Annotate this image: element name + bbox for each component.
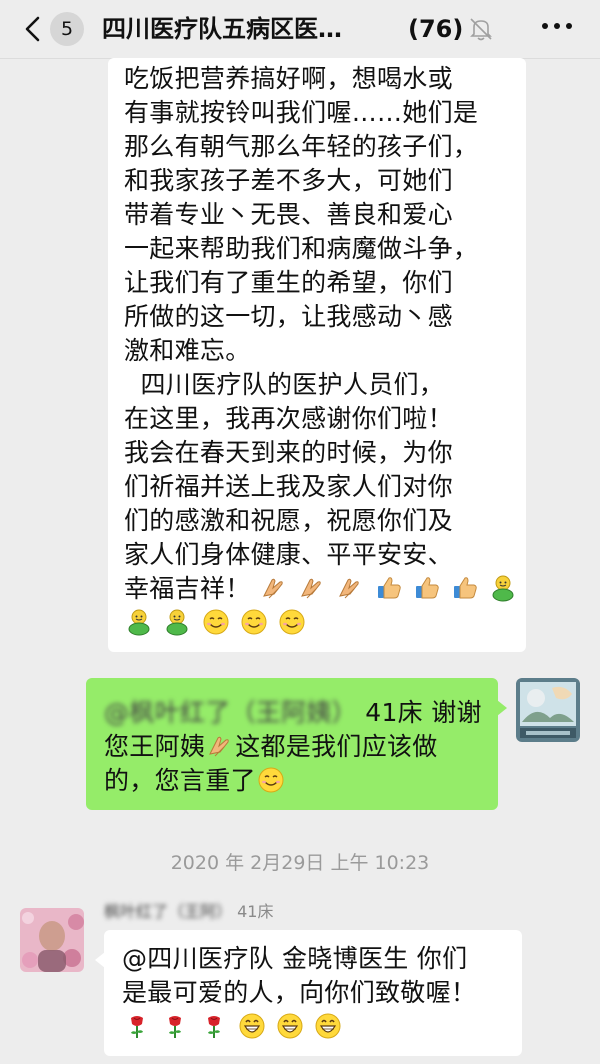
rose-emoji-icon (161, 1012, 189, 1040)
message-line: 一起来帮助我们和病魔做斗争， (124, 234, 479, 263)
message-bubble-incoming[interactable]: @四川医疗队 金晓博医生 你们 是最可爱的人，向你们致敬喔！ (95, 930, 522, 1056)
message-line: 那么有朝气那么年轻的孩子们， (124, 132, 479, 161)
message-line: @四川医疗队 金晓博医生 你们 (122, 944, 468, 973)
message-line: 所做的这一切，让我感动丶感 (124, 302, 453, 331)
message-line: 家人们身体健康、平平安安、 (124, 540, 453, 569)
message-line: 四川医疗队的医护人员们， (124, 370, 445, 399)
avatar[interactable] (20, 908, 84, 972)
message-line: @枫叶红了（王阿姨） 41床 谢谢 (104, 696, 498, 730)
strong-emoji-icon (163, 608, 191, 636)
message-text: 这都是我们应该做 (235, 732, 438, 761)
avatar[interactable] (516, 678, 580, 742)
message-line: 有事就按铃叫我们喔……她们是 (124, 98, 479, 127)
message-line: 们祈福并送上我及家人们对你 (124, 472, 453, 501)
pray-emoji-icon (336, 574, 364, 602)
message-bubble-outgoing[interactable]: @枫叶红了（王阿姨） 41床 谢谢 您王阿姨 这都是我们应该做 的，您言重了 (86, 678, 507, 810)
message-line: 吃饭把营养搞好啊，想喝水或 (124, 64, 453, 93)
message-line: 我会在春天到来的时候，为你 (124, 438, 453, 467)
pray-emoji-icon (206, 732, 234, 760)
bell-slash-icon (470, 18, 492, 41)
message-line: 的，您言重了 (104, 764, 498, 798)
message-line: 和我家孩子差不多大，可她们 (124, 166, 453, 195)
grin-emoji-icon (238, 1012, 266, 1040)
rose-emoji-icon (123, 1012, 151, 1040)
smile-emoji-icon (202, 608, 230, 636)
avatar-image (20, 908, 84, 972)
smile-emoji-icon (257, 766, 285, 794)
chevron-left-icon[interactable] (20, 15, 46, 43)
smile-emoji-icon (278, 608, 306, 636)
more-dots-icon[interactable] (540, 20, 574, 32)
thumbs-up-emoji-icon (375, 574, 403, 602)
pray-emoji-icon (260, 574, 288, 602)
message-text: 41床 谢谢 (357, 698, 482, 727)
message-line-emoji (122, 1010, 522, 1044)
message-line: 让我们有了重生的希望，你们 (124, 268, 453, 297)
message-text: 您王阿姨 (104, 732, 206, 761)
strong-emoji-icon (489, 574, 517, 602)
message-bubble-incoming[interactable]: 吃饭把营养搞好啊，想喝水或 有事就按铃叫我们喔……她们是 那么有朝气那么年轻的孩… (108, 58, 526, 652)
chat-header: 5 四川医疗队五病区医… (76) (0, 0, 600, 59)
message-line: 们的感激和祝愿，祝愿你们及 (124, 506, 453, 535)
blurred-mention: @枫叶红了（王阿姨） (104, 698, 358, 727)
blurred-sender-name: 枫叶红了（王阿） (104, 902, 233, 921)
message-line-emoji (124, 606, 526, 640)
message-line: 幸福吉祥！ (124, 574, 251, 603)
strong-emoji-icon (125, 608, 153, 636)
thumbs-up-emoji-icon (413, 574, 441, 602)
chat-title: 四川医疗队五病区医… (102, 15, 342, 43)
grin-emoji-icon (276, 1012, 304, 1040)
avatar-image (516, 678, 580, 742)
message-line-emoji: 幸福吉祥！ (124, 572, 526, 606)
message-line: 您王阿姨 这都是我们应该做 (104, 730, 498, 764)
thumbs-up-emoji-icon (451, 574, 479, 602)
pray-emoji-icon (298, 574, 326, 602)
sender-suffix: 41床 (232, 902, 274, 921)
member-count: (76) (408, 15, 464, 43)
unread-badge[interactable]: 5 (50, 12, 84, 46)
message-line: 激和难忘。 (124, 336, 251, 365)
sender-name: 枫叶红了（王阿） 41床 (104, 900, 273, 924)
message-line: 是最可爱的人，向你们致敬喔！ (122, 978, 477, 1007)
grin-emoji-icon (314, 1012, 342, 1040)
message-line: 在这里，我再次感谢你们啦！ (124, 404, 453, 433)
message-line: 带着专业丶无畏、善良和爱心 (124, 200, 453, 229)
smile-emoji-icon (240, 608, 268, 636)
message-timestamp: 2020 年 2月29日 上午 10:23 (170, 852, 430, 874)
message-text: 的，您言重了 (104, 766, 256, 795)
rose-emoji-icon (200, 1012, 228, 1040)
